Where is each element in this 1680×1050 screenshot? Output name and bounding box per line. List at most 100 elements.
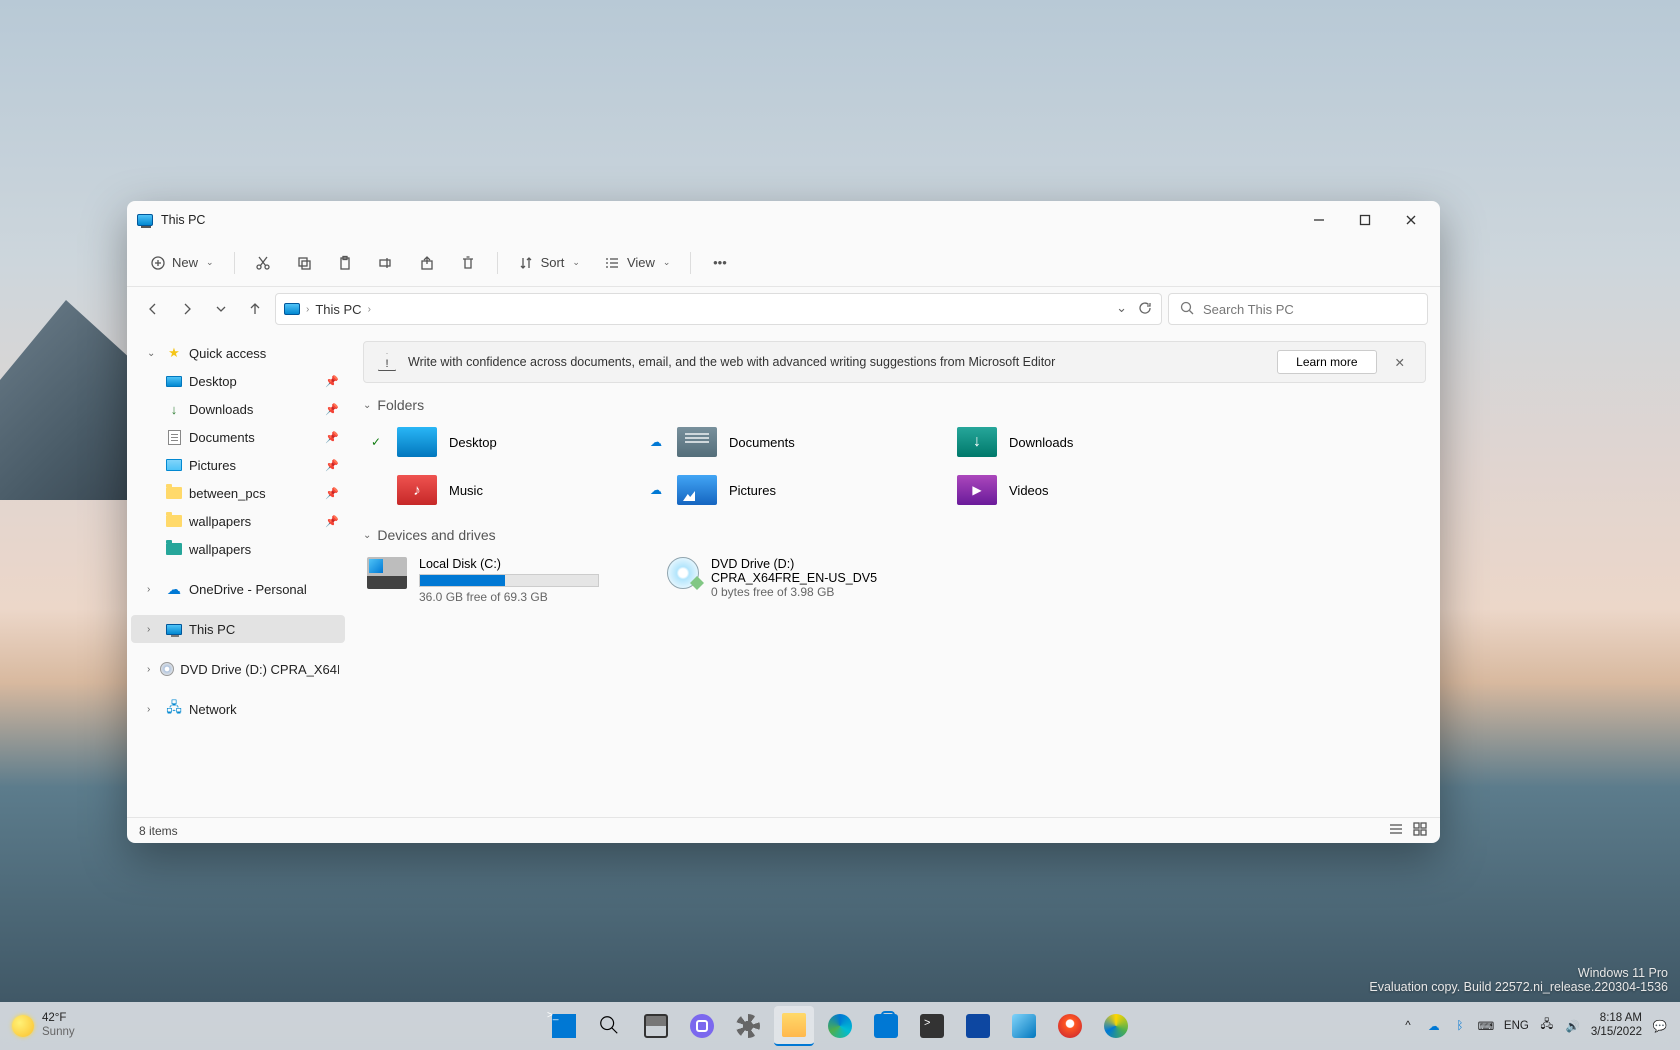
chevron-down-icon: ⌄	[363, 400, 371, 411]
folder-documents[interactable]: ☁Documents	[643, 423, 903, 461]
sidebar-dvd-drive[interactable]: ›DVD Drive (D:) CPRA_X64FRE_EN-US_DV5	[127, 655, 349, 683]
back-button[interactable]	[139, 295, 167, 323]
network-tray-icon[interactable]: 🖧	[1539, 1018, 1555, 1034]
sidebar-item-pictures[interactable]: Pictures 📌	[127, 451, 349, 479]
pin-icon: 📌	[325, 431, 339, 444]
taskbar-chat[interactable]	[682, 1006, 722, 1046]
recent-button[interactable]	[207, 295, 235, 323]
up-button[interactable]	[241, 295, 269, 323]
more-button[interactable]: •••	[701, 247, 738, 279]
sidebar-item-folder[interactable]: wallpapers	[127, 535, 349, 563]
weather-condition: Sunny	[42, 1026, 75, 1040]
sidebar-item-folder[interactable]: between_pcs📌	[127, 479, 349, 507]
new-button[interactable]: New ⌄	[139, 247, 224, 279]
folder-desktop[interactable]: ✓Desktop	[363, 423, 623, 461]
sidebar-onedrive[interactable]: ›☁OneDrive - Personal	[127, 575, 349, 603]
notifications-icon[interactable]: 💬	[1652, 1018, 1668, 1034]
taskbar-store[interactable]	[866, 1006, 906, 1046]
taskbar-photos[interactable]	[1004, 1006, 1044, 1046]
windows-watermark: Windows 11 Pro Evaluation copy. Build 22…	[1369, 966, 1668, 994]
view-button[interactable]: View ⌄	[594, 247, 681, 279]
minimize-button[interactable]	[1296, 201, 1342, 239]
sort-icon	[518, 254, 535, 271]
taskbar-explorer[interactable]	[774, 1006, 814, 1046]
taskbar-edge[interactable]	[820, 1006, 860, 1046]
taskbar-settings[interactable]	[728, 1006, 768, 1046]
folder-icon	[166, 515, 182, 527]
share-button[interactable]	[409, 247, 446, 279]
close-button[interactable]	[1388, 201, 1434, 239]
music-folder-icon	[397, 475, 437, 505]
delete-button[interactable]	[450, 247, 487, 279]
sidebar-this-pc[interactable]: ›This PC	[131, 615, 345, 643]
folder-music[interactable]: Music	[363, 471, 623, 509]
copy-button[interactable]	[286, 247, 323, 279]
content-pane[interactable]: ! Write with confidence across documents…	[349, 331, 1440, 817]
search-icon	[598, 1014, 622, 1038]
weather-widget[interactable]: 42°F Sunny	[12, 1012, 75, 1040]
sort-button[interactable]: Sort ⌄	[508, 247, 590, 279]
volume-icon[interactable]: 🔊	[1565, 1018, 1581, 1034]
tray-chevron[interactable]: ^	[1400, 1018, 1416, 1034]
address-bar[interactable]: › This PC › ⌄	[275, 293, 1162, 325]
onedrive-tray-icon[interactable]: ☁	[1426, 1018, 1442, 1034]
folders-header[interactable]: ⌄Folders	[363, 397, 1426, 413]
forward-button[interactable]	[173, 295, 201, 323]
dropdown-icon[interactable]: ⌄	[1116, 300, 1127, 319]
sidebar-label: Pictures	[189, 458, 236, 473]
clock[interactable]: 8:18 AM 3/15/2022	[1591, 1012, 1642, 1040]
pin-icon: 📌	[325, 459, 339, 472]
drive-dvd[interactable]: DVD Drive (D:) CPRA_X64FRE_EN-US_DV5 0 b…	[663, 553, 943, 608]
sidebar-label: Quick access	[189, 346, 266, 361]
bluetooth-icon[interactable]: ᛒ	[1452, 1018, 1468, 1034]
rename-icon	[378, 254, 395, 271]
taskbar-powershell[interactable]	[958, 1006, 998, 1046]
details-view-button[interactable]	[1388, 821, 1404, 840]
tiles-view-button[interactable]	[1412, 821, 1428, 840]
section-title: Devices and drives	[377, 527, 495, 543]
drive-local-disk[interactable]: Local Disk (C:) 36.0 GB free of 69.3 GB	[363, 553, 643, 608]
document-icon	[168, 430, 181, 445]
refresh-button[interactable]	[1137, 300, 1153, 319]
taskbar-brave[interactable]	[1050, 1006, 1090, 1046]
breadcrumb-item[interactable]: This PC	[315, 302, 361, 317]
chevron-right-icon: ›	[368, 304, 371, 315]
info-banner: ! Write with confidence across documents…	[363, 341, 1426, 383]
sidebar-network[interactable]: ›🖧Network	[127, 695, 349, 723]
sidebar-quick-access[interactable]: ⌄ ★ Quick access	[127, 339, 349, 367]
keyboard-icon[interactable]: ⌨	[1478, 1018, 1494, 1034]
sidebar-item-desktop[interactable]: Desktop📌	[127, 367, 349, 395]
close-banner-button[interactable]: ✕	[1389, 355, 1411, 370]
chevron-right-icon[interactable]: ›	[147, 704, 159, 715]
taskbar-edge-canary[interactable]	[1096, 1006, 1136, 1046]
maximize-button[interactable]	[1342, 201, 1388, 239]
cut-button[interactable]	[245, 247, 282, 279]
chevron-right-icon[interactable]: ›	[147, 664, 154, 675]
drives-header[interactable]: ⌄Devices and drives	[363, 527, 1426, 543]
sidebar-item-documents[interactable]: Documents📌	[127, 423, 349, 451]
taskview-icon	[644, 1014, 668, 1038]
learn-more-button[interactable]: Learn more	[1277, 350, 1376, 374]
language-indicator[interactable]: ENG	[1504, 1020, 1529, 1032]
chevron-right-icon[interactable]: ›	[147, 624, 159, 635]
taskbar-terminal[interactable]	[912, 1006, 952, 1046]
watermark-line: Windows 11 Pro	[1369, 966, 1668, 980]
taskbar-search[interactable]	[590, 1006, 630, 1046]
sidebar-item-downloads[interactable]: ↓Downloads📌	[127, 395, 349, 423]
disc-icon	[160, 662, 174, 676]
network-icon: 🖧	[165, 701, 183, 717]
paste-button[interactable]	[327, 247, 364, 279]
rename-button[interactable]	[368, 247, 405, 279]
pictures-icon	[166, 459, 182, 471]
taskbar[interactable]: 42°F Sunny ^ ☁ ᛒ ⌨ ENG 🖧 🔊 8:18 AM 3/15/…	[0, 1002, 1680, 1050]
taskbar-taskview[interactable]	[636, 1006, 676, 1046]
titlebar[interactable]: This PC	[127, 201, 1440, 239]
folder-videos[interactable]: Videos	[923, 471, 1183, 509]
sidebar-item-folder[interactable]: wallpapers📌	[127, 507, 349, 535]
folder-pictures[interactable]: ☁Pictures	[643, 471, 903, 509]
explorer-icon	[782, 1013, 806, 1037]
folder-downloads[interactable]: Downloads	[923, 423, 1183, 461]
chevron-right-icon[interactable]: ›	[147, 584, 159, 595]
search-box[interactable]: Search This PC	[1168, 293, 1428, 325]
chevron-down-icon[interactable]: ⌄	[147, 348, 159, 359]
